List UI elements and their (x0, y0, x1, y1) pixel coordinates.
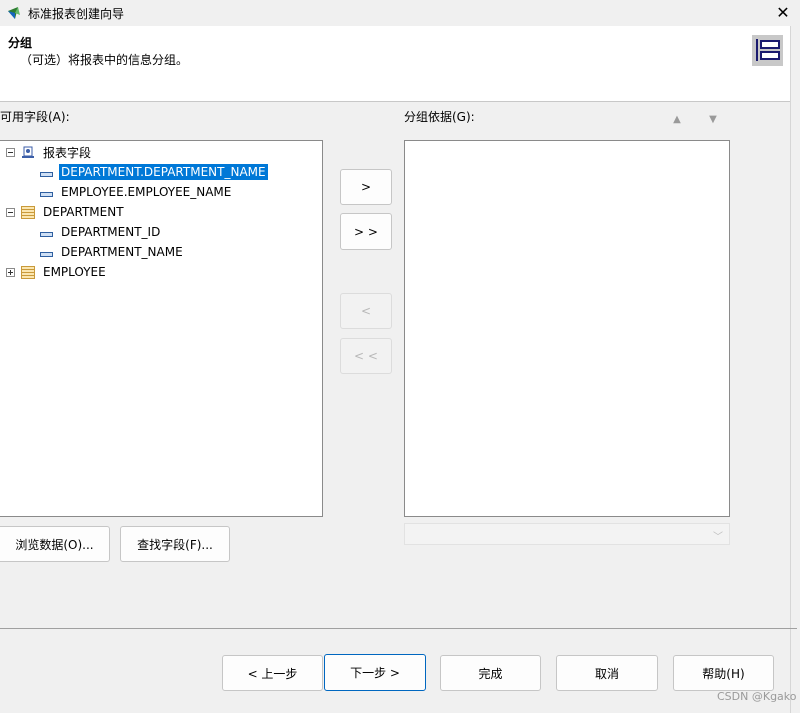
remove-field-button[interactable]: < (340, 293, 392, 329)
tree-node-label: EMPLOYEE.EMPLOYEE_NAME (61, 185, 232, 199)
step-description: （可选）将报表中的信息分组。 (20, 53, 189, 67)
group-layout-icon (752, 35, 783, 66)
help-button[interactable]: 帮助(H) (673, 655, 774, 691)
window-title: 标准报表创建向导 (28, 7, 125, 21)
tree-node-table-employee[interactable]: EMPLOYEE (6, 263, 108, 281)
tree-node-label: EMPLOYEE (43, 265, 106, 279)
step-title: 分组 (8, 36, 33, 50)
close-button[interactable]: ✕ (772, 2, 794, 22)
table-icon (21, 205, 35, 219)
cancel-button[interactable]: 取消 (556, 655, 658, 691)
close-icon: ✕ (776, 2, 790, 22)
tree-node-label: DEPARTMENT (43, 205, 124, 219)
field-icon (40, 171, 53, 177)
arrow-up-icon: ▲ (673, 113, 681, 125)
tree-node-field[interactable]: DEPARTMENT.DEPARTMENT_NAME (40, 163, 268, 181)
back-button[interactable]: < 上一步 (222, 655, 323, 691)
watermark: CSDN @Kgako (717, 690, 797, 703)
next-button[interactable]: 下一步 > (324, 654, 426, 691)
finish-button[interactable]: 完成 (440, 655, 541, 691)
field-icon (40, 231, 53, 237)
find-field-button[interactable]: 查找字段(F)... (120, 526, 230, 562)
report-fields-icon (22, 146, 34, 158)
tree-node-field[interactable]: EMPLOYEE.EMPLOYEE_NAME (40, 183, 233, 201)
tree-node-label: DEPARTMENT_ID (61, 225, 161, 239)
add-field-button[interactable]: > (340, 169, 392, 205)
browse-data-button[interactable]: 浏览数据(O)... (0, 526, 110, 562)
tree-node-field[interactable]: DEPARTMENT_NAME (40, 243, 185, 261)
tree-node-label: DEPARTMENT_NAME (61, 245, 183, 259)
move-down-button[interactable]: ▼ (705, 111, 721, 127)
group-sort-combo[interactable]: ﹀ (404, 523, 730, 545)
collapse-icon[interactable] (6, 147, 15, 157)
add-all-fields-button[interactable]: > > (340, 213, 392, 250)
tree-node-label-selected: DEPARTMENT.DEPARTMENT_NAME (59, 164, 268, 180)
field-icon (40, 191, 53, 197)
tree-node-report-fields[interactable]: 报表字段 (6, 143, 93, 161)
remove-all-fields-button[interactable]: < < (340, 338, 392, 374)
wizard-header: 分组 （可选）将报表中的信息分组。 (0, 26, 790, 102)
tree-node-table-department[interactable]: DEPARTMENT (6, 203, 126, 221)
chevron-down-icon: ﹀ (713, 532, 723, 543)
window-edge (790, 26, 800, 713)
available-fields-label: 可用字段(A): (0, 110, 70, 124)
crystal-reports-app-icon (8, 7, 20, 19)
group-by-list[interactable] (404, 140, 730, 517)
available-fields-tree[interactable]: 报表字段 DEPARTMENT.DEPARTMENT_NAME EMPLOYEE… (0, 140, 323, 517)
tree-node-field[interactable]: DEPARTMENT_ID (40, 223, 162, 241)
title-bar: 标准报表创建向导 ✕ (0, 0, 800, 26)
arrow-down-icon: ▼ (709, 113, 717, 125)
footer-separator (0, 628, 797, 629)
field-icon (40, 251, 53, 257)
expand-icon[interactable] (6, 267, 15, 277)
tree-node-label: 报表字段 (43, 145, 92, 160)
collapse-icon[interactable] (6, 207, 15, 217)
table-icon (21, 265, 35, 279)
move-up-button[interactable]: ▲ (669, 111, 685, 127)
group-by-label: 分组依据(G): (404, 110, 475, 124)
